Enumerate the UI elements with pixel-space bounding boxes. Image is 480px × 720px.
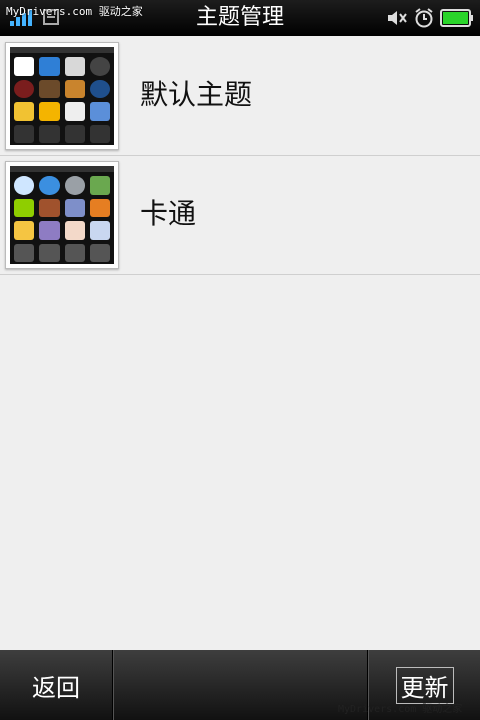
theme-thumbnail [5, 161, 119, 269]
watermark-bottom: MyDrivers.com 驱动之家 [338, 704, 463, 715]
back-button[interactable]: 返回 [0, 650, 113, 720]
theme-manager-screen: MyDrivers.com 驱动之家 主题管理 默认主题 卡通 返回 更新 My… [0, 0, 480, 720]
theme-row-cartoon[interactable]: 卡通 [0, 156, 480, 275]
theme-name: 卡通 [140, 197, 197, 230]
battery-level [443, 12, 468, 24]
theme-row-default[interactable]: 默认主题 [0, 37, 480, 156]
update-button-label: 更新 [395, 666, 454, 704]
alarm-icon [415, 8, 433, 28]
page-title: 主题管理 [195, 5, 284, 30]
status-bar: MyDrivers.com 驱动之家 主题管理 [0, 0, 480, 36]
theme-name: 默认主题 [140, 78, 253, 111]
battery-icon [440, 9, 473, 27]
theme-thumbnail [5, 42, 119, 150]
mute-icon [388, 11, 407, 25]
